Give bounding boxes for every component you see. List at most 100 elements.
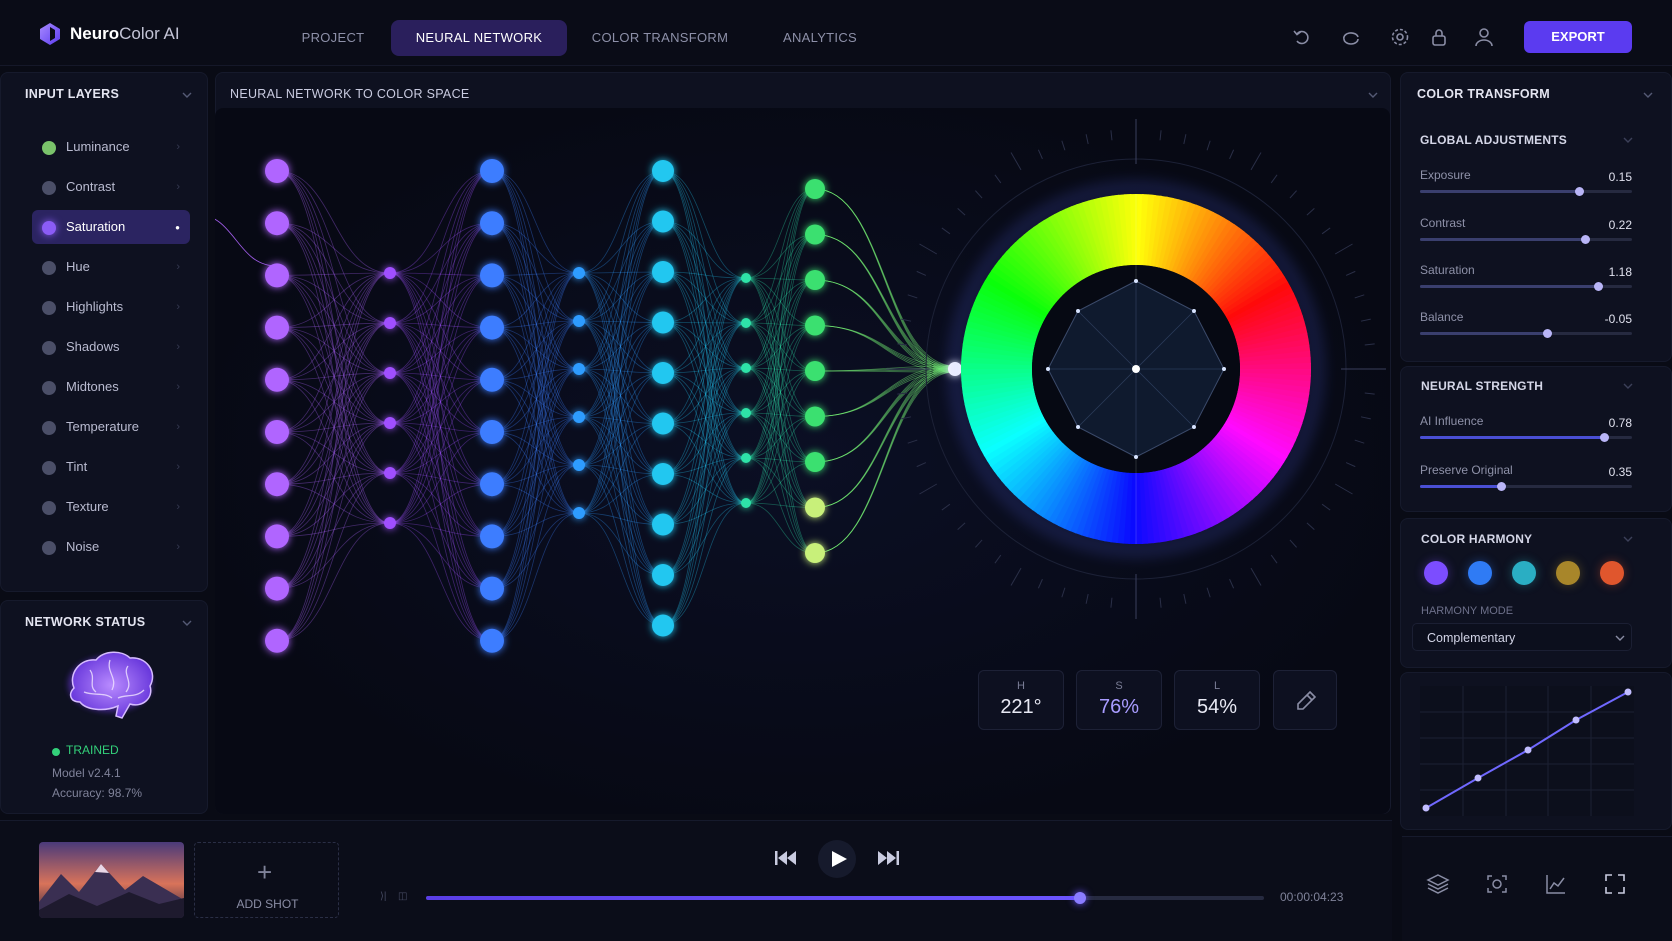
input-layer-item[interactable]: Contrast › <box>32 170 190 204</box>
hue-readout: H 221° <box>978 670 1064 730</box>
tab-analytics[interactable]: ANALYTICS <box>762 20 878 56</box>
layer-color-dot <box>42 541 56 555</box>
timeline-scrubber[interactable] <box>426 892 1264 904</box>
lightness-value: 54% <box>1196 696 1238 718</box>
network-node <box>384 517 396 529</box>
input-layer-item[interactable]: Shadows › <box>32 330 190 364</box>
saturation-label: S <box>1115 680 1123 692</box>
input-layer-item[interactable]: Hue › <box>32 250 190 284</box>
status-state: TRAINED <box>66 743 119 757</box>
network-node <box>265 420 289 444</box>
tab-neural-network[interactable]: NEURAL NETWORK <box>391 20 567 56</box>
harmony-swatch[interactable] <box>1424 561 1448 585</box>
harmony-swatch[interactable] <box>1556 561 1580 585</box>
network-node <box>265 628 289 653</box>
global-adjustments-title: GLOBAL ADJUSTMENTS <box>1420 133 1567 147</box>
slider-fill <box>1420 190 1579 193</box>
network-node <box>805 179 825 199</box>
input-layer-item[interactable]: Luminance › <box>32 130 190 164</box>
lock-icon[interactable] <box>1428 26 1450 48</box>
input-layer-item[interactable]: Highlights › <box>32 290 190 324</box>
plus-icon: + <box>257 857 273 887</box>
color-picker-handle[interactable] <box>1132 365 1140 373</box>
network-node <box>805 406 825 427</box>
slider-handle[interactable] <box>1594 282 1604 291</box>
eyedropper-icon <box>1297 690 1317 710</box>
harmony-swatch[interactable] <box>1512 561 1536 585</box>
export-button[interactable]: EXPORT <box>1524 21 1632 53</box>
input-layer-item[interactable]: Noise › <box>32 530 190 564</box>
shot-thumbnail[interactable] <box>39 842 184 918</box>
chevron-right-icon: › <box>176 381 180 393</box>
out-marker-icon[interactable]: ◫ <box>398 891 407 902</box>
tab-color-transform[interactable]: COLOR TRANSFORM <box>580 20 740 56</box>
network-node <box>480 159 504 183</box>
color-transform-title: COLOR TRANSFORM <box>1417 87 1550 101</box>
undo-icon[interactable] <box>1291 26 1313 48</box>
skip-back-icon[interactable] <box>774 848 798 868</box>
fullscreen-icon[interactable] <box>1603 872 1627 896</box>
harmony-swatch[interactable] <box>1600 561 1624 585</box>
chart-icon[interactable] <box>1544 872 1568 896</box>
slider-label: Balance <box>1420 310 1464 324</box>
network-node <box>480 263 504 288</box>
network-node <box>265 367 289 392</box>
focus-icon[interactable] <box>1485 872 1509 896</box>
saturation-readout: S 76% <box>1076 670 1162 730</box>
tone-curve[interactable] <box>1420 686 1634 816</box>
network-node <box>480 628 504 653</box>
slider-track[interactable] <box>1420 433 1632 442</box>
input-layer-item[interactable]: Texture › <box>32 490 190 524</box>
chevron-down-icon[interactable] <box>1623 135 1633 145</box>
play-button[interactable] <box>818 840 856 878</box>
in-marker-icon[interactable]: ⟩| <box>380 891 387 902</box>
harmony-mode-select[interactable]: Complementary <box>1412 623 1632 651</box>
chevron-down-icon[interactable] <box>1623 381 1633 391</box>
slider-label: Contrast <box>1420 216 1466 230</box>
skip-forward-icon[interactable] <box>876 848 900 868</box>
color-harmony-title: COLOR HARMONY <box>1421 532 1533 546</box>
network-node <box>384 267 396 279</box>
settings-icon[interactable] <box>1389 26 1411 48</box>
layer-color-dot <box>42 501 56 515</box>
slider-track[interactable] <box>1420 235 1632 244</box>
network-node <box>652 513 674 536</box>
slider-track[interactable] <box>1420 482 1632 491</box>
layers-icon[interactable] <box>1426 872 1450 896</box>
color-wheel[interactable] <box>886 119 1386 619</box>
chevron-right-icon: › <box>176 501 180 513</box>
input-layer-item[interactable]: Saturation ● <box>32 210 190 244</box>
chevron-down-icon[interactable] <box>182 618 192 628</box>
slider-track[interactable] <box>1420 187 1632 196</box>
network-status-title: NETWORK STATUS <box>25 615 146 629</box>
redo-icon[interactable] <box>1340 26 1362 48</box>
network-node <box>265 472 289 497</box>
network-node <box>480 211 504 236</box>
tab-project[interactable]: PROJECT <box>282 20 384 56</box>
slider-track[interactable] <box>1420 282 1632 291</box>
slider-track[interactable] <box>1420 329 1632 338</box>
add-shot-label: ADD SHOT <box>236 897 299 911</box>
chevron-down-icon[interactable] <box>1368 90 1378 100</box>
input-layer-item[interactable]: Tint › <box>32 450 190 484</box>
network-node <box>480 420 504 444</box>
layer-label: Luminance <box>66 139 130 154</box>
chevron-down-icon[interactable] <box>182 90 192 100</box>
input-layer-item[interactable]: Midtones › <box>32 370 190 404</box>
add-shot-button[interactable]: + ADD SHOT <box>194 842 339 918</box>
timeline-playhead[interactable] <box>1073 892 1086 904</box>
input-layer-item[interactable]: Temperature › <box>32 410 190 444</box>
network-node <box>652 311 674 334</box>
brain-icon <box>68 651 154 719</box>
timeline-progress <box>426 896 1080 900</box>
canvas-title: NEURAL NETWORK TO COLOR SPACE <box>230 87 470 101</box>
chevron-down-icon[interactable] <box>1643 90 1653 100</box>
chevron-down-icon[interactable] <box>1623 534 1633 544</box>
network-node <box>741 363 751 373</box>
slider-handle[interactable] <box>1496 482 1506 491</box>
slider-handle[interactable] <box>1575 187 1584 196</box>
harmony-swatch[interactable] <box>1468 561 1492 585</box>
user-icon[interactable] <box>1473 26 1495 48</box>
layer-label: Temperature <box>66 419 139 434</box>
eyedropper-button[interactable] <box>1273 670 1337 730</box>
